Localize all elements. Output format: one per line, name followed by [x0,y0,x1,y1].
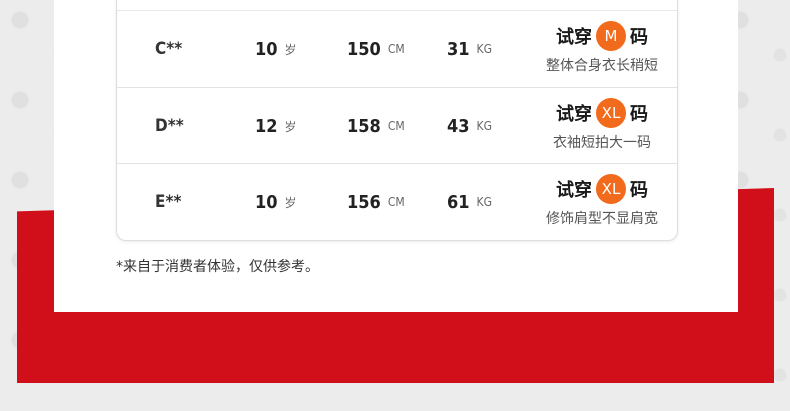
height-cell: 150 CM [347,38,405,60]
weight-cell: 61 KG [447,191,492,213]
size-badge: M [596,21,626,51]
fit-result: 试穿 M 码 整体合身衣长稍短 [527,21,677,75]
fit-result: 试穿 XL 码 修饰肩型不显肩宽 [527,174,677,228]
height-cell: 156 CM [347,191,405,213]
customer-name: E** [155,192,182,212]
weight-cell: 43 KG [447,115,492,137]
age-cell: 12 岁 [255,115,297,137]
age-cell: 10 岁 [255,191,297,213]
size-badge: XL [596,174,626,204]
table-row: C** 10 岁 150 CM 31 KG 试穿 M 码 整体合身衣长稍短 [117,10,677,87]
fit-note: 整体合身衣长稍短 [546,58,658,74]
table-row: D** 12 岁 158 CM 43 KG 试穿 XL 码 衣袖短拍大一码 [117,87,677,164]
disclaimer-note: *来自于消费者体验，仅供参考。 [116,259,319,275]
customer-name: C** [155,39,183,59]
height-cell: 158 CM [347,115,405,137]
fit-note: 修饰肩型不显肩宽 [546,211,658,227]
customer-name: D** [155,116,184,136]
fit-table: C** 10 岁 150 CM 31 KG 试穿 M 码 整体合身衣长稍短 D** 12 岁… [116,0,678,241]
fit-result: 试穿 XL 码 衣袖短拍大一码 [527,98,677,152]
fit-note: 衣袖短拍大一码 [553,135,651,151]
age-cell: 10 岁 [255,38,297,60]
weight-cell: 31 KG [447,38,492,60]
size-badge: XL [596,98,626,128]
table-row: E** 10 岁 156 CM 61 KG 试穿 XL 码 修饰肩型不显肩宽 [117,163,677,240]
